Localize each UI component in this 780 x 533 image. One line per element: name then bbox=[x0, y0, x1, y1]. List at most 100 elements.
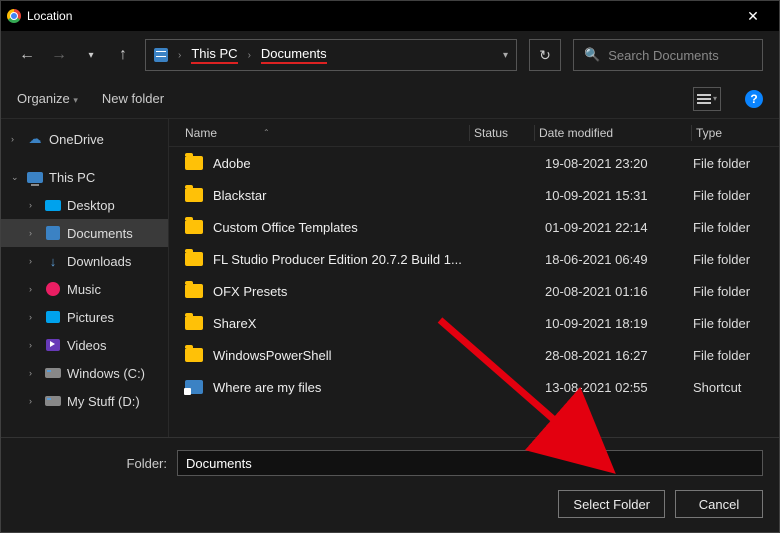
file-row[interactable]: WindowsPowerShell 28-08-2021 16:27File fo… bbox=[169, 339, 779, 371]
chevron-right-icon: › bbox=[29, 396, 39, 406]
file-date: 19-08-2021 23:20 bbox=[545, 156, 693, 171]
search-box[interactable]: 🔍 Search Documents bbox=[573, 39, 763, 71]
file-name: Adobe bbox=[213, 156, 485, 171]
chevron-down-icon: ⌄ bbox=[11, 172, 21, 183]
column-name[interactable]: Name ⌃ bbox=[185, 126, 465, 140]
sidebar-documents[interactable]: › Documents bbox=[1, 219, 168, 247]
folder-name-input[interactable] bbox=[177, 450, 763, 476]
file-name: ShareX bbox=[213, 316, 485, 331]
file-date: 20-08-2021 01:16 bbox=[545, 284, 693, 299]
chevron-right-icon: › bbox=[29, 340, 39, 350]
drive-icon bbox=[45, 368, 61, 378]
file-date: 13-08-2021 02:55 bbox=[545, 380, 693, 395]
file-row[interactable]: Blackstar 10-09-2021 15:31File folder bbox=[169, 179, 779, 211]
sidebar-drive-d[interactable]: › My Stuff (D:) bbox=[1, 387, 168, 415]
file-type: File folder bbox=[693, 252, 779, 267]
file-name: Where are my files bbox=[213, 380, 485, 395]
chevron-right-icon: › bbox=[29, 312, 39, 322]
file-name: OFX Presets bbox=[213, 284, 485, 299]
back-button[interactable]: ← bbox=[17, 45, 37, 65]
file-date: 10-09-2021 18:19 bbox=[545, 316, 693, 331]
file-date: 18-06-2021 06:49 bbox=[545, 252, 693, 267]
column-type[interactable]: Type bbox=[696, 126, 779, 140]
forward-button[interactable]: → bbox=[49, 45, 69, 65]
sidebar-desktop[interactable]: › Desktop bbox=[1, 191, 168, 219]
address-bar[interactable]: › This PC › Documents ▾ bbox=[145, 39, 517, 71]
sidebar-downloads[interactable]: › ↓ Downloads bbox=[1, 247, 168, 275]
file-date: 28-08-2021 16:27 bbox=[545, 348, 693, 363]
file-type: File folder bbox=[693, 284, 779, 299]
file-type: File folder bbox=[693, 188, 779, 203]
documents-icon bbox=[46, 226, 60, 240]
chevron-right-icon: › bbox=[29, 368, 39, 378]
file-name: WindowsPowerShell bbox=[213, 348, 485, 363]
chrome-icon bbox=[7, 9, 21, 23]
breadcrumb-current[interactable]: Documents bbox=[261, 46, 327, 64]
select-folder-button[interactable]: Select Folder bbox=[558, 490, 665, 518]
file-name: FL Studio Producer Edition 20.7.2 Build … bbox=[213, 252, 485, 267]
sidebar-videos[interactable]: › Videos bbox=[1, 331, 168, 359]
chevron-right-icon: › bbox=[248, 50, 251, 61]
help-button[interactable]: ? bbox=[745, 90, 763, 108]
chevron-right-icon: › bbox=[29, 228, 39, 238]
column-date[interactable]: Date modified bbox=[539, 126, 687, 140]
folder-label: Folder: bbox=[17, 456, 167, 471]
folder-icon bbox=[185, 252, 203, 266]
file-row[interactable]: Adobe 19-08-2021 23:20File folder bbox=[169, 147, 779, 179]
folder-icon bbox=[185, 284, 203, 298]
file-name: Blackstar bbox=[213, 188, 485, 203]
folder-tree: › ☁ OneDrive ⌄ This PC › Desktop › Docum… bbox=[1, 119, 169, 437]
recent-dropdown[interactable]: ▾ bbox=[81, 45, 101, 65]
column-status[interactable]: Status bbox=[474, 126, 530, 140]
folder-icon bbox=[185, 220, 203, 234]
sidebar-music[interactable]: › Music bbox=[1, 275, 168, 303]
sort-indicator-icon: ⌃ bbox=[263, 128, 270, 137]
chevron-right-icon: › bbox=[29, 200, 39, 210]
file-row[interactable]: Where are my files 13-08-2021 02:55Shortc… bbox=[169, 371, 779, 403]
desktop-icon bbox=[45, 200, 61, 211]
address-dropdown[interactable]: ▾ bbox=[503, 50, 508, 61]
music-icon bbox=[46, 282, 60, 296]
file-row[interactable]: Custom Office Templates01-09-2021 22:14F… bbox=[169, 211, 779, 243]
chevron-right-icon: › bbox=[178, 50, 181, 61]
close-button[interactable]: ✕ bbox=[733, 8, 773, 25]
drive-icon bbox=[45, 396, 61, 406]
file-type: File folder bbox=[693, 220, 779, 235]
chevron-right-icon: › bbox=[29, 256, 39, 266]
folder-icon bbox=[185, 188, 203, 202]
cloud-icon: ☁ bbox=[27, 131, 43, 147]
search-placeholder: Search Documents bbox=[608, 48, 719, 63]
folder-icon bbox=[185, 316, 203, 330]
pictures-icon bbox=[46, 311, 60, 323]
file-row[interactable]: ShareX 10-09-2021 18:19File folder bbox=[169, 307, 779, 339]
search-icon: 🔍 bbox=[584, 47, 600, 63]
sidebar-pictures[interactable]: › Pictures bbox=[1, 303, 168, 331]
breadcrumb-root[interactable]: This PC bbox=[191, 46, 237, 64]
window-title: Location bbox=[27, 9, 733, 23]
file-name: Custom Office Templates bbox=[213, 220, 485, 235]
file-type: File folder bbox=[693, 348, 779, 363]
file-row[interactable]: FL Studio Producer Edition 20.7.2 Build … bbox=[169, 243, 779, 275]
file-list: Adobe19-08-2021 23:20File folderBlacksta… bbox=[169, 147, 779, 437]
up-button[interactable]: ↑ bbox=[113, 45, 133, 65]
refresh-button[interactable]: ↻ bbox=[529, 39, 561, 71]
file-date: 10-09-2021 15:31 bbox=[545, 188, 693, 203]
file-type: Shortcut bbox=[693, 380, 779, 395]
pc-icon bbox=[27, 172, 43, 183]
file-type: File folder bbox=[693, 156, 779, 171]
sidebar-onedrive[interactable]: › ☁ OneDrive bbox=[1, 125, 168, 153]
file-type: File folder bbox=[693, 316, 779, 331]
videos-icon bbox=[46, 339, 60, 351]
sidebar-drive-c[interactable]: › Windows (C:) bbox=[1, 359, 168, 387]
chevron-right-icon: › bbox=[29, 284, 39, 294]
cancel-button[interactable]: Cancel bbox=[675, 490, 763, 518]
folder-icon bbox=[185, 348, 203, 362]
shortcut-icon bbox=[185, 380, 203, 394]
folder-icon bbox=[185, 156, 203, 170]
sidebar-thispc[interactable]: ⌄ This PC bbox=[1, 163, 168, 191]
view-mode-button[interactable]: ▾ bbox=[693, 87, 721, 111]
new-folder-button[interactable]: New folder bbox=[102, 91, 164, 106]
chevron-right-icon: › bbox=[11, 134, 21, 144]
file-row[interactable]: OFX Presets 20-08-2021 01:16File folder bbox=[169, 275, 779, 307]
organize-menu[interactable]: Organize ▾ bbox=[17, 91, 78, 106]
